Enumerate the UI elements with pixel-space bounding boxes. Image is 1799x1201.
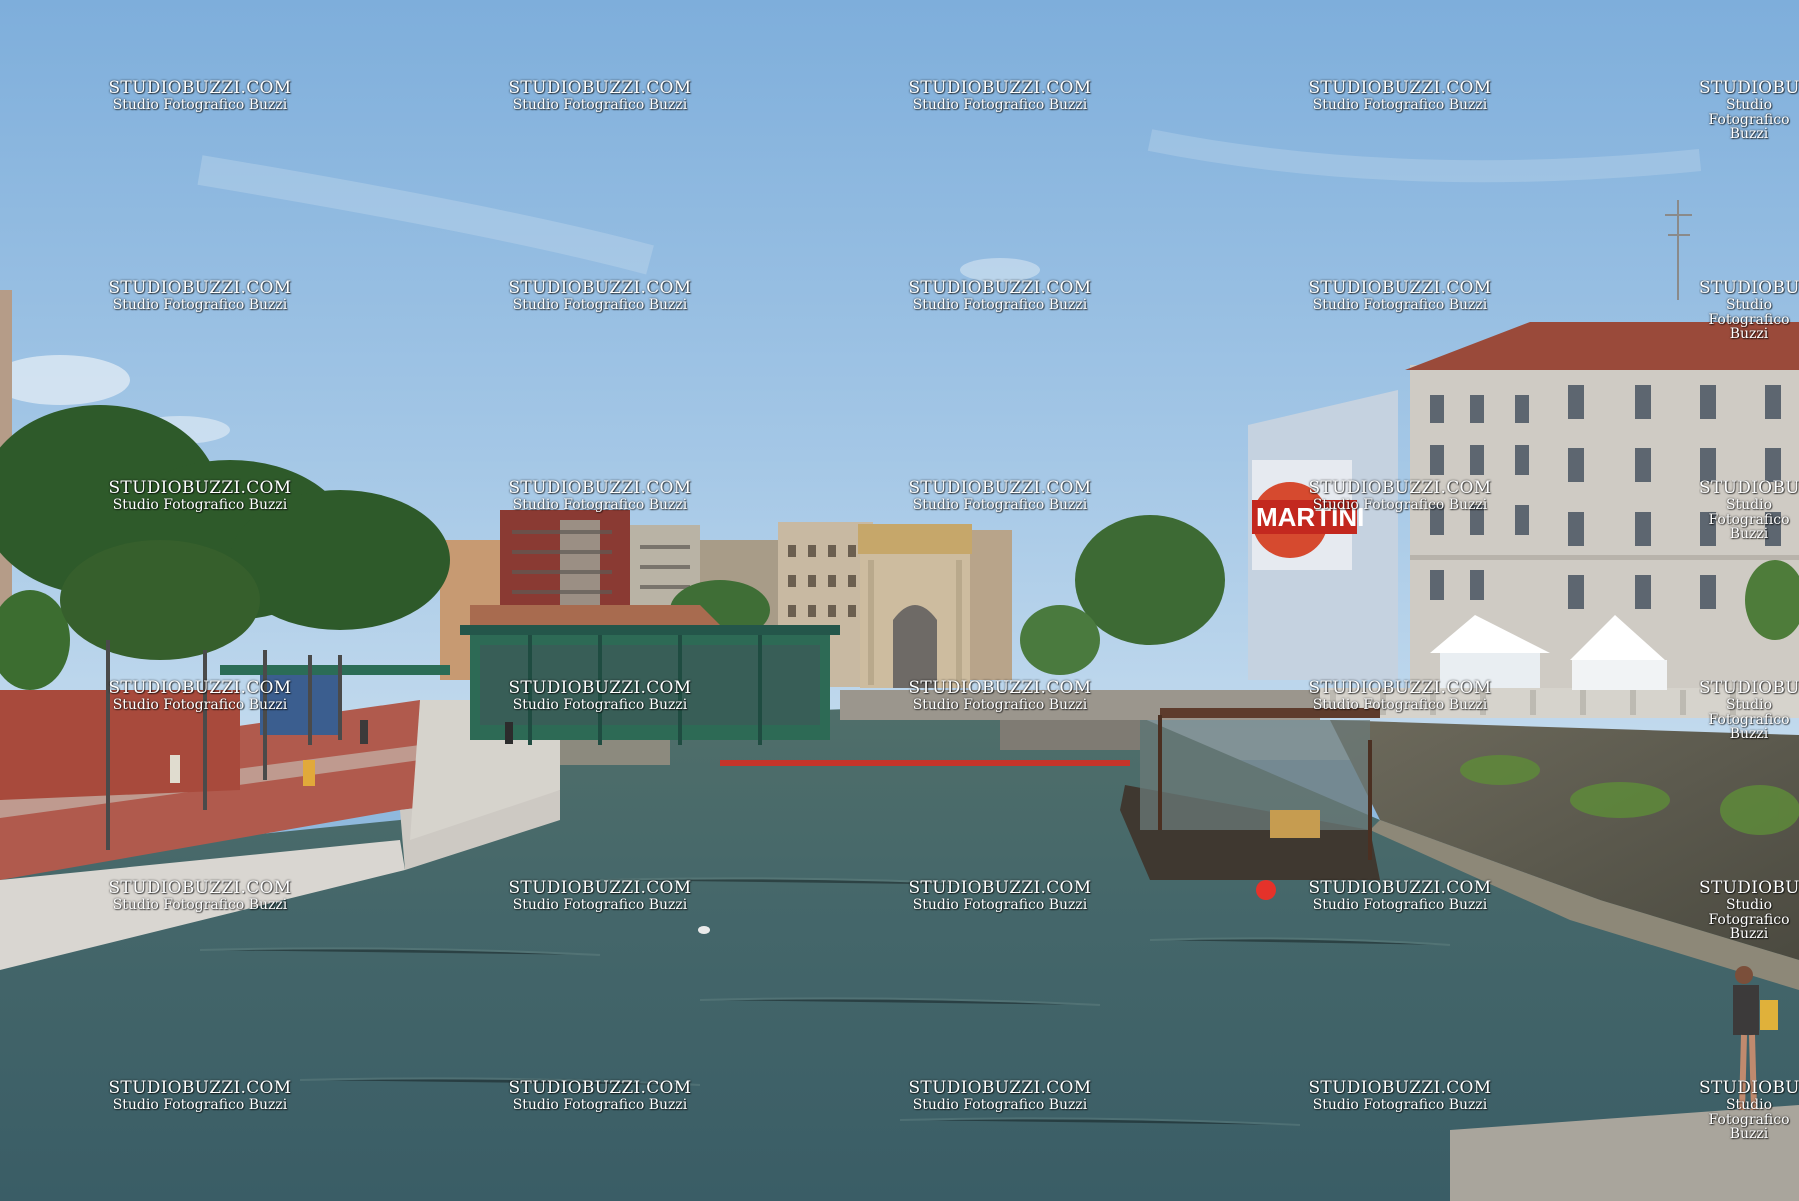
- porta-ticinese-arch: [858, 524, 972, 688]
- watermark: STUDIOBUZZI.COMStudio Fotografico Buzzi: [908, 1078, 1092, 1113]
- watermark: STUDIOBUZZI.COMStudio Fotografico Buzzi: [908, 278, 1092, 313]
- watermark: STUDIOBUZZI.COMStudio Fotografico Buzzi: [908, 678, 1092, 713]
- watermark: STUDIOBUZZI.COMStudio Fotografico Buzzi: [1308, 678, 1492, 713]
- photo-scene: MARTINI STUDIOBUZZI.COM Studio Fotografi…: [0, 0, 1799, 1201]
- watermark: STUDIOBUZZI.COMStudio Fotografico Buzzi: [1308, 878, 1492, 913]
- watermark: STUDIOBUZZI.COMStudio Fotografico Buzzi: [1308, 78, 1492, 113]
- watermark: STUDIOBUZZI.COMStudio Fotografico Buzzi: [508, 878, 692, 913]
- watermark: STUDIOBUZZI.COMStudio Fotografico Buzzi: [1699, 1080, 1799, 1142]
- watermark: STUDIOBUZZI.COMStudio Fotografico Buzzi: [108, 78, 292, 113]
- buoy: [1256, 880, 1276, 900]
- watermark: STUDIOBUZZI.COMStudio Fotografico Buzzi: [1699, 880, 1799, 942]
- watermark: STUDIOBUZZI.COMStudio Fotografico Buzzi: [1308, 1078, 1492, 1113]
- watermark: STUDIOBUZZI.COMStudio Fotografico Buzzi: [508, 678, 692, 713]
- watermark: STUDIOBUZZI.COMStudio Fotografico Buzzi: [108, 278, 292, 313]
- watermark: STUDIOBUZZI.COMStudio Fotografico Buzzi: [1699, 480, 1799, 542]
- watermark: STUDIOBUZZI.COMStudio Fotografico Buzzi: [1699, 280, 1799, 342]
- floating-barrier: [720, 760, 1130, 766]
- watermark: STUDIOBUZZI.COMStudio Fotografico Buzzi: [508, 478, 692, 513]
- canal-photograph: MARTINI: [0, 0, 1799, 1201]
- swan: [698, 926, 710, 934]
- watermark: STUDIOBUZZI.COMStudio Fotografico Buzzi: [108, 478, 292, 513]
- watermark: STUDIOBUZZI.COMStudio Fotografico Buzzi: [1699, 80, 1799, 142]
- watermark: STUDIOBUZZI.COMStudio Fotografico Buzzi: [1308, 478, 1492, 513]
- watermark: STUDIOBUZZI.COMStudio Fotografico Buzzi: [508, 1078, 692, 1113]
- watermark: STUDIOBUZZI.COMStudio Fotografico Buzzi: [108, 678, 292, 713]
- barge: [1120, 708, 1380, 880]
- watermark: STUDIOBUZZI.COMStudio Fotografico Buzzi: [1699, 680, 1799, 742]
- watermark: STUDIOBUZZI.COMStudio Fotografico Buzzi: [1308, 278, 1492, 313]
- watermark: STUDIOBUZZI.COMStudio Fotografico Buzzi: [908, 78, 1092, 113]
- watermark: STUDIOBUZZI.COMStudio Fotografico Buzzi: [508, 278, 692, 313]
- martini-billboard-building: MARTINI: [1248, 390, 1398, 680]
- watermark: STUDIOBUZZI.COMStudio Fotografico Buzzi: [908, 878, 1092, 913]
- watermark: STUDIOBUZZI.COMStudio Fotografico Buzzi: [108, 1078, 292, 1113]
- watermark: STUDIOBUZZI.COMStudio Fotografico Buzzi: [508, 78, 692, 113]
- watermark: STUDIOBUZZI.COMStudio Fotografico Buzzi: [108, 878, 292, 913]
- watermark: STUDIOBUZZI.COMStudio Fotografico Buzzi: [908, 478, 1092, 513]
